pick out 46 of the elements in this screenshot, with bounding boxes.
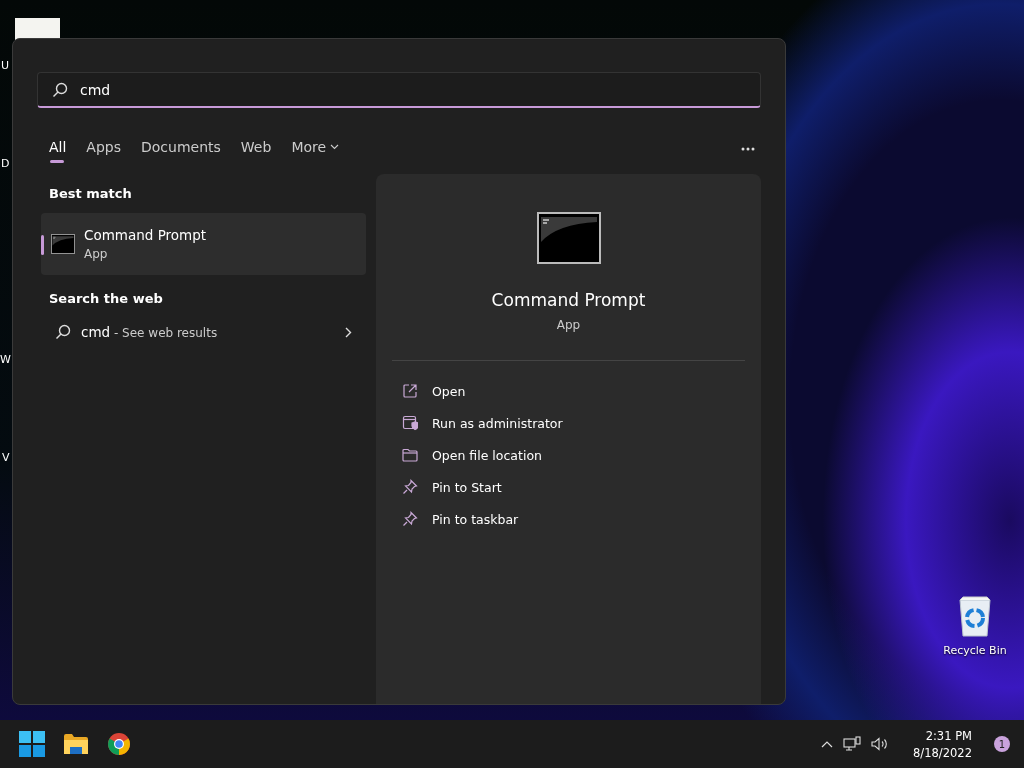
pin-icon xyxy=(402,479,418,495)
recycle-bin-icon[interactable] xyxy=(957,596,993,638)
clock-date[interactable]: 8/18/2022 xyxy=(913,745,972,760)
shield-window-icon xyxy=(402,415,418,431)
terminal-icon xyxy=(51,234,75,254)
folder-icon[interactable] xyxy=(63,733,89,755)
notification-badge[interactable]: 1 xyxy=(994,736,1010,752)
best-match-result[interactable]: Command Prompt App xyxy=(41,213,366,275)
search-icon xyxy=(55,324,71,340)
desktop-icon-label: D xyxy=(1,157,10,170)
section-heading: Best match xyxy=(49,186,133,201)
folder-icon xyxy=(402,448,418,462)
search-icon xyxy=(52,81,68,98)
action-link[interactable]: Run as administrator xyxy=(402,407,563,439)
action-link[interactable]: Pin to taskbar xyxy=(402,503,519,535)
desktop-icon-label: V xyxy=(2,451,10,464)
app-type: App xyxy=(556,318,581,332)
browser-icon[interactable] xyxy=(107,732,131,756)
pin-icon xyxy=(402,511,418,527)
desktop-icon-label: U xyxy=(1,59,10,72)
speaker-icon[interactable] xyxy=(871,737,890,751)
chevron-up-icon[interactable] xyxy=(821,740,834,748)
filter-tab[interactable]: All xyxy=(41,135,75,163)
action-link[interactable]: Pin to Start xyxy=(402,471,502,503)
terminal-window-icon xyxy=(536,212,601,264)
web-search-result[interactable]: cmd - See web results xyxy=(41,314,366,350)
more-options-icon[interactable] xyxy=(741,147,755,151)
clock-time[interactable]: 2:31 PM xyxy=(925,728,972,743)
search-input[interactable]: cmd xyxy=(78,80,746,99)
start-icon[interactable] xyxy=(19,731,45,757)
chevron-right-icon xyxy=(345,326,352,338)
chevron-down-icon xyxy=(330,144,340,150)
filter-tab[interactable]: More xyxy=(283,135,348,163)
section-heading: Search the web xyxy=(49,291,164,306)
app-title: Command Prompt xyxy=(491,290,646,310)
filter-tab[interactable]: Web xyxy=(232,135,280,163)
desktop-icon-label: W xyxy=(0,353,11,366)
desktop-icon-label: Recycle Bin xyxy=(943,644,1007,657)
open-external-icon xyxy=(402,383,418,399)
action-link[interactable]: Open xyxy=(402,375,466,407)
filter-tab[interactable]: Apps xyxy=(78,135,129,163)
photo-placeholder xyxy=(15,18,60,40)
action-link[interactable]: Open file location xyxy=(402,439,542,471)
network-icon[interactable] xyxy=(843,736,862,752)
search-field[interactable]: cmd xyxy=(37,72,761,108)
filter-tab[interactable]: Documents xyxy=(133,135,229,163)
